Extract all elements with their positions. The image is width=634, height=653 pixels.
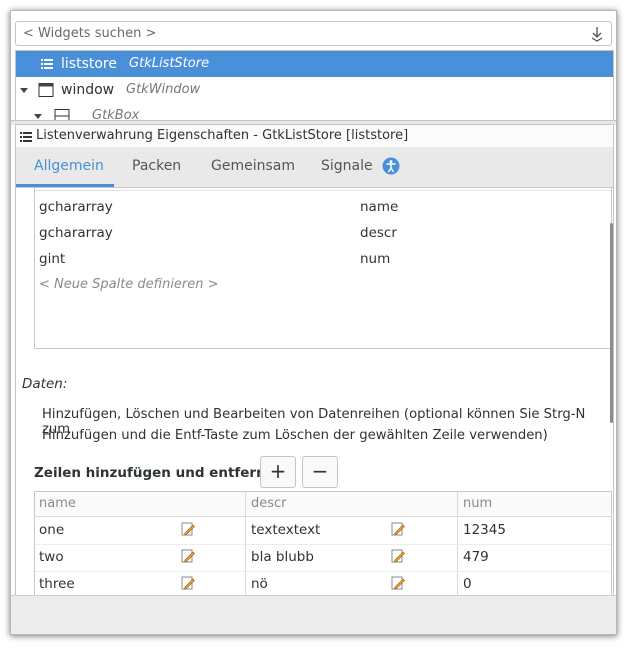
table-row[interactable]: one textextext 12345	[35, 517, 611, 545]
search-placeholder: < Widgets suchen >	[23, 26, 157, 41]
column-name: num	[360, 251, 391, 267]
grid-header: name descr num	[35, 492, 611, 517]
data-section-label: Daten:	[22, 376, 68, 392]
cell-num[interactable]: 479	[463, 549, 489, 565]
tree-row-type: GtkWindow	[126, 82, 201, 97]
editor-header: Listenverwahrung Eigenschaften - GtkList…	[16, 125, 613, 148]
edit-pencil-icon[interactable]	[181, 549, 195, 563]
table-row[interactable]: three nö 0	[35, 571, 611, 595]
column-definitions[interactable]: gchararray name gchararray descr gint nu…	[34, 188, 612, 349]
expander-down-icon[interactable]	[19, 84, 29, 99]
column-type: gchararray	[39, 199, 113, 215]
widget-tree[interactable]: liststore GtkListStore window GtkWindow	[15, 50, 614, 121]
tree-row-window[interactable]: window GtkWindow	[16, 77, 613, 103]
cell-descr[interactable]: textextext	[251, 522, 320, 538]
liststore-icon	[40, 57, 54, 75]
accessibility-icon[interactable]	[382, 157, 400, 179]
tab-packen[interactable]: Packen	[132, 158, 181, 174]
liststore-icon	[19, 130, 33, 148]
column-type: gchararray	[39, 225, 113, 241]
bottom-bar	[11, 595, 616, 634]
grid-header-descr[interactable]: descr	[251, 496, 287, 511]
remove-row-button[interactable]: −	[302, 456, 338, 488]
data-grid[interactable]: name descr num one textextext 12345 two …	[34, 491, 612, 595]
widget-search-input[interactable]: < Widgets suchen >	[15, 21, 612, 46]
add-row-button[interactable]: +	[260, 456, 296, 488]
define-column-row[interactable]: < Neue Spalte definieren >	[35, 272, 611, 298]
tree-row-label: liststore	[61, 56, 117, 72]
edit-pencil-icon[interactable]	[181, 576, 195, 590]
edit-pencil-icon[interactable]	[181, 522, 195, 536]
edit-pencil-icon[interactable]	[391, 522, 405, 536]
table-row[interactable]: two bla blubb 479	[35, 544, 611, 572]
tree-row-box[interactable]: GtkBox	[16, 103, 613, 121]
tab-gemeinsam[interactable]: Gemeinsam	[211, 158, 295, 174]
define-column-placeholder: < Neue Spalte definieren >	[39, 277, 219, 292]
column-name: name	[360, 199, 399, 215]
tree-row-type: GtkListStore	[129, 56, 210, 71]
column-row[interactable]: gchararray descr	[35, 220, 611, 246]
property-editor: Listenverwahrung Eigenschaften - GtkList…	[15, 124, 614, 596]
cell-descr[interactable]: bla blubb	[251, 549, 314, 565]
cell-descr[interactable]: nö	[251, 576, 268, 592]
column-row[interactable]: gint num	[35, 246, 611, 272]
editor-tabs: Allgemein Packen Gemeinsam Signale	[16, 147, 613, 188]
column-name: descr	[360, 225, 397, 241]
editor-title: Listenverwahrung Eigenschaften - GtkList…	[36, 128, 409, 143]
column-header-clipped	[35, 184, 611, 191]
edit-pencil-icon[interactable]	[391, 576, 405, 590]
tab-signale[interactable]: Signale	[321, 158, 373, 174]
tree-row-liststore[interactable]: liststore GtkListStore	[16, 51, 613, 77]
tree-row-label: window	[61, 82, 115, 98]
glade-window: < Widgets suchen > liststore GtkListStor…	[10, 10, 617, 635]
editor-content: gchararray name gchararray descr gint nu…	[16, 188, 613, 595]
cell-name[interactable]: three	[39, 576, 75, 592]
data-help-text-line2: Hinzufügen und die Entf-Taste zum Lösche…	[42, 428, 548, 443]
tab-allgemein[interactable]: Allgemein	[34, 158, 104, 174]
column-type: gint	[39, 251, 66, 267]
column-row[interactable]: gchararray name	[35, 194, 611, 220]
window-icon	[38, 82, 54, 102]
download-arrow-icon[interactable]	[588, 25, 606, 43]
cell-name[interactable]: two	[39, 549, 64, 565]
cell-name[interactable]: one	[39, 522, 64, 538]
edit-pencil-icon[interactable]	[391, 549, 405, 563]
cell-num[interactable]: 0	[463, 576, 472, 592]
rows-add-remove-label: Zeilen hinzufügen und entfernen:	[34, 465, 290, 481]
grid-header-num[interactable]: num	[463, 496, 492, 511]
cell-num[interactable]: 12345	[463, 522, 506, 538]
vertical-scrollbar[interactable]	[610, 223, 613, 423]
grid-header-name[interactable]: name	[39, 496, 76, 511]
